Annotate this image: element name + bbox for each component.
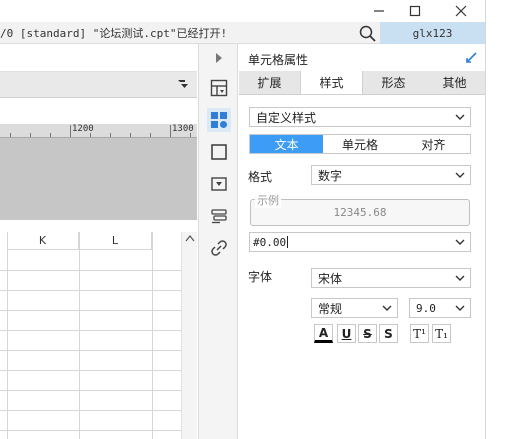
pin-icon[interactable] bbox=[465, 50, 479, 64]
text-caret bbox=[287, 236, 289, 248]
chevron-down-icon bbox=[454, 301, 466, 315]
search-icon[interactable] bbox=[358, 24, 378, 42]
underline-button[interactable]: U bbox=[337, 324, 356, 343]
chevron-down-icon bbox=[454, 110, 466, 124]
expand-arrow-icon[interactable] bbox=[207, 46, 231, 70]
underline-label: U bbox=[341, 326, 352, 341]
sheet-toolbar bbox=[0, 72, 197, 98]
vertical-scrollbar[interactable] bbox=[181, 232, 197, 439]
scroll-up-icon[interactable] bbox=[182, 234, 198, 246]
tab-other[interactable]: 其他 bbox=[424, 71, 485, 94]
close-icon bbox=[455, 5, 467, 17]
hyperlink-icon[interactable] bbox=[207, 236, 231, 260]
status-message: /0 [standard] "论坛测试.cpt"已经打开! bbox=[0, 27, 228, 40]
font-label: 字体 bbox=[248, 270, 273, 284]
cell-properties-panel: 单元格属性 扩展 样式 形态 其他 自定义样式 文本 单元格 对齐 格式 数字 … bbox=[239, 44, 485, 439]
cell-element-icon[interactable] bbox=[207, 76, 231, 100]
font-color-label: A bbox=[318, 325, 329, 340]
spreadsheet-grid[interactable] bbox=[0, 230, 197, 439]
grid-line bbox=[0, 270, 181, 271]
font-size-value: 9.0 bbox=[416, 301, 436, 315]
minimize-icon bbox=[374, 10, 384, 12]
design-canvas[interactable] bbox=[0, 138, 197, 220]
subscript-button[interactable]: T₁ bbox=[432, 324, 451, 343]
font-family-value: 宋体 bbox=[318, 271, 343, 286]
grid-line bbox=[0, 370, 181, 371]
segment-cell[interactable]: 单元格 bbox=[323, 135, 397, 153]
grid-line bbox=[0, 410, 181, 411]
window-title-bar bbox=[0, 0, 485, 22]
border-icon[interactable] bbox=[207, 140, 231, 164]
segment-align[interactable]: 对齐 bbox=[396, 135, 470, 153]
dropdown-arrow-icon[interactable] bbox=[177, 78, 189, 93]
chevron-down-icon bbox=[381, 301, 393, 315]
subscript-label: T₁ bbox=[435, 326, 448, 341]
format-label: 格式 bbox=[248, 170, 273, 184]
style-type-value: 自定义样式 bbox=[256, 110, 317, 125]
chevron-down-icon[interactable] bbox=[454, 235, 466, 252]
grid-line bbox=[0, 430, 181, 431]
font-size-select[interactable]: 9.0 bbox=[409, 298, 471, 318]
user-account[interactable]: glx123 bbox=[380, 22, 485, 44]
chevron-down-icon bbox=[454, 271, 466, 285]
cell-attribute-icon[interactable] bbox=[207, 108, 231, 132]
style-type-select[interactable]: 自定义样式 bbox=[249, 107, 471, 127]
format-example-box: 示例 12345.68 bbox=[250, 192, 470, 226]
property-icon-bar bbox=[198, 44, 238, 439]
chevron-down-icon bbox=[454, 168, 466, 182]
tab-style[interactable]: 样式 bbox=[300, 71, 363, 94]
grid-line bbox=[152, 232, 153, 439]
grid-line bbox=[0, 390, 181, 391]
close-button[interactable] bbox=[446, 0, 476, 22]
font-style-select[interactable]: 常规 bbox=[311, 298, 398, 318]
format-pattern-input[interactable]: #0.00 bbox=[249, 232, 471, 252]
tab-expand[interactable]: 扩展 bbox=[239, 71, 300, 94]
widget-icon[interactable] bbox=[207, 172, 231, 196]
maximize-button[interactable] bbox=[400, 0, 430, 22]
example-value: 12345.68 bbox=[333, 206, 387, 219]
style-segment-control: 文本 单元格 对齐 bbox=[249, 134, 471, 154]
grid-line bbox=[0, 350, 181, 351]
maximize-icon bbox=[409, 5, 421, 17]
property-tabs: 扩展 样式 形态 其他 bbox=[239, 71, 485, 95]
grid-line bbox=[0, 310, 181, 311]
segment-text[interactable]: 文本 bbox=[250, 135, 324, 153]
grid-line bbox=[0, 290, 181, 291]
font-style-value: 常规 bbox=[318, 301, 343, 316]
minimize-button[interactable] bbox=[364, 0, 394, 22]
font-family-select[interactable]: 宋体 bbox=[311, 268, 471, 288]
format-value: 数字 bbox=[318, 168, 343, 183]
grid-line bbox=[79, 232, 80, 439]
column-header-l[interactable]: L bbox=[79, 232, 152, 250]
shadow-button[interactable]: S bbox=[379, 324, 398, 343]
format-select[interactable]: 数字 bbox=[311, 165, 471, 185]
tab-form[interactable]: 形态 bbox=[363, 71, 424, 94]
grid-line bbox=[7, 232, 8, 439]
superscript-label: T¹ bbox=[413, 326, 426, 341]
panel-title: 单元格属性 bbox=[248, 53, 309, 67]
superscript-button[interactable]: T¹ bbox=[410, 324, 429, 343]
condition-icon[interactable] bbox=[207, 204, 231, 228]
horizontal-ruler: 1200 1300 bbox=[0, 124, 197, 138]
shadow-label: S bbox=[384, 326, 393, 341]
column-header-k[interactable]: K bbox=[7, 232, 79, 250]
designer-toolbar bbox=[0, 44, 197, 72]
font-color-button[interactable]: A bbox=[314, 324, 333, 343]
background-window bbox=[485, 0, 525, 439]
strikethrough-label: S bbox=[363, 326, 372, 341]
grid-line bbox=[0, 330, 181, 331]
strikethrough-button[interactable]: S bbox=[358, 324, 377, 343]
format-pattern-value: #0.00 bbox=[253, 235, 287, 249]
